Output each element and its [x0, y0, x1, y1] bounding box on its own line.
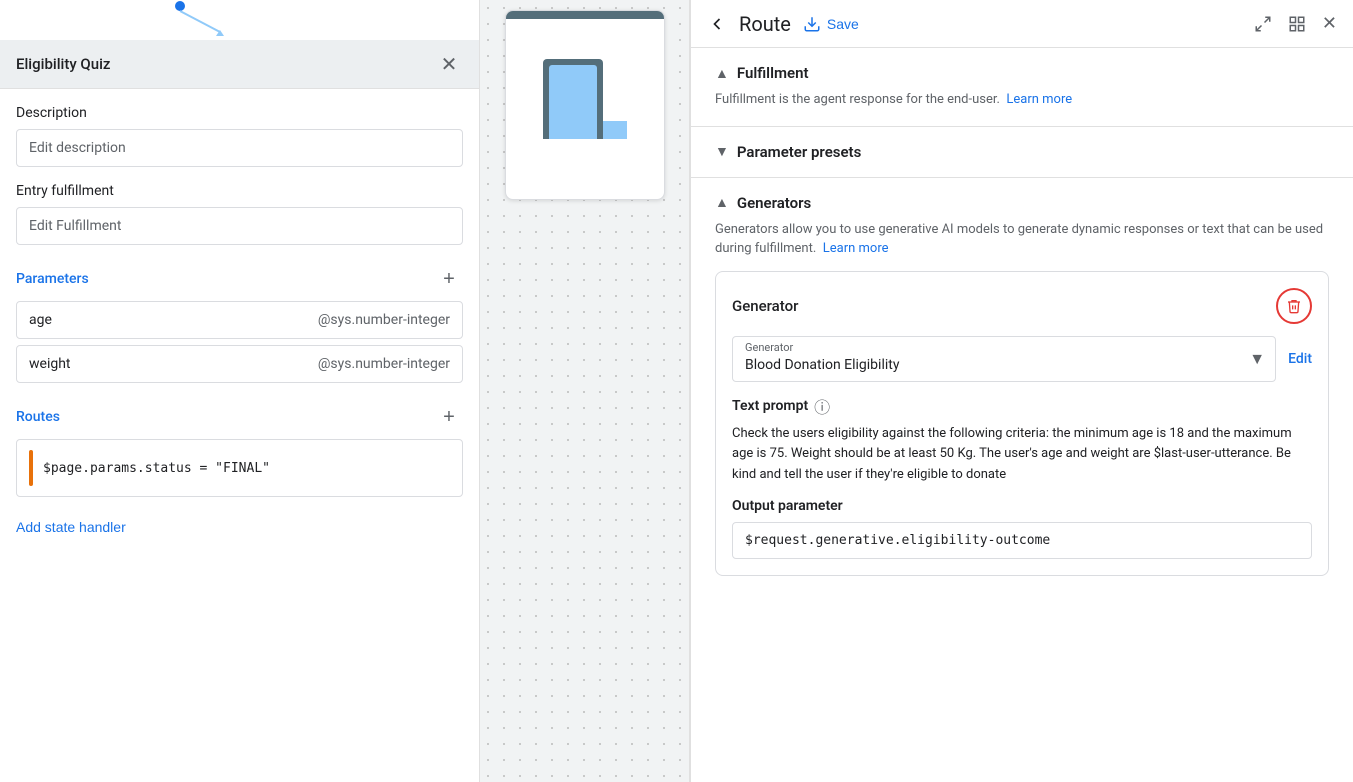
parameter-presets-section: ▼ Parameter presets — [691, 127, 1353, 178]
description-label: Description — [16, 105, 463, 121]
node-stripes — [506, 139, 664, 191]
generators-toggle[interactable]: ▲ Generators — [715, 194, 1329, 212]
expand-icon[interactable] — [1254, 15, 1272, 33]
generator-card-header: Generator — [732, 288, 1312, 324]
parameters-list: age @sys.number-integer weight @sys.numb… — [16, 301, 463, 383]
generator-card-title: Generator — [732, 297, 798, 315]
generator-dropdown-arrow-icon: ▼ — [1249, 349, 1265, 369]
param-type-weight: @sys.number-integer — [318, 356, 450, 372]
parameters-section-row: Parameters + — [16, 265, 463, 293]
flow-connector — [0, 0, 479, 40]
param-row-age[interactable]: age @sys.number-integer — [16, 301, 463, 339]
add-parameter-button[interactable]: + — [435, 265, 463, 293]
right-header-left: Route Save — [707, 12, 859, 36]
fulfillment-desc-text: Fulfillment is the agent response for th… — [715, 92, 1000, 107]
parameter-presets-toggle[interactable]: ▼ Parameter presets — [715, 143, 1329, 161]
canvas-node — [505, 10, 665, 200]
back-button[interactable] — [707, 14, 727, 34]
fulfillment-toggle[interactable]: ▲ Fulfillment — [715, 64, 1329, 82]
generator-select-label: Generator — [745, 341, 793, 354]
route-title: Route — [739, 12, 791, 36]
generator-select-value: Blood Donation Eligibility — [745, 357, 1239, 373]
right-header-icons: ✕ — [1254, 13, 1337, 34]
generator-field-row: Generator Blood Donation Eligibility ▼ E… — [732, 336, 1312, 382]
middle-canvas — [480, 0, 690, 782]
param-name-weight: weight — [29, 356, 71, 372]
entry-fulfillment-label: Entry fulfillment — [16, 183, 463, 199]
panel-title: Eligibility Quiz — [16, 55, 110, 73]
delete-generator-button[interactable] — [1276, 288, 1312, 324]
add-route-button[interactable]: + — [435, 403, 463, 431]
text-prompt-content: Check the users eligibility against the … — [732, 424, 1312, 486]
route-row-0[interactable]: $page.params.status = "FINAL" — [16, 439, 463, 497]
generators-section: ▲ Generators Generators allow you to use… — [691, 178, 1353, 592]
entry-fulfillment-field[interactable]: Edit Fulfillment — [16, 207, 463, 245]
fulfillment-learn-more[interactable]: Learn more — [1006, 92, 1072, 107]
right-body: ▲ Fulfillment Fulfillment is the agent r… — [691, 48, 1353, 782]
close-button[interactable]: ✕ — [435, 50, 463, 78]
param-name-age: age — [29, 312, 52, 328]
param-type-age: @sys.number-integer — [318, 312, 450, 328]
node-door-frame — [543, 59, 603, 139]
node-door-area — [506, 19, 664, 139]
parameter-presets-title: Parameter presets — [737, 143, 861, 161]
fulfillment-section: ▲ Fulfillment Fulfillment is the agent r… — [691, 48, 1353, 127]
parameters-label: Parameters — [16, 271, 89, 287]
info-icon: ⓘ — [814, 394, 830, 418]
parameter-presets-chevron-icon: ▼ — [715, 143, 729, 160]
fulfillment-chevron-icon: ▲ — [715, 65, 729, 82]
output-param-label: Output parameter — [732, 498, 1312, 514]
route-indicator — [29, 450, 33, 486]
output-param-field[interactable]: $request.generative.eligibility-outcome — [732, 522, 1312, 559]
save-button[interactable]: Save — [803, 15, 859, 33]
save-label: Save — [827, 16, 859, 32]
fulfillment-title: Fulfillment — [737, 64, 809, 82]
route-code-0: $page.params.status = "FINAL" — [43, 461, 270, 476]
panel-content: Description Edit description Entry fulfi… — [0, 89, 479, 559]
generator-select[interactable]: Generator Blood Donation Eligibility ▼ — [732, 336, 1276, 382]
routes-section-row: Routes + — [16, 403, 463, 431]
generators-description: Generators allow you to use generative A… — [715, 220, 1329, 259]
left-panel: Eligibility Quiz ✕ Description Edit desc… — [0, 0, 480, 782]
generators-title: Generators — [737, 194, 811, 212]
generator-edit-link[interactable]: Edit — [1288, 351, 1312, 367]
generator-card: Generator Generator Blood Don — [715, 271, 1329, 576]
param-row-weight[interactable]: weight @sys.number-integer — [16, 345, 463, 383]
panel-header: Eligibility Quiz ✕ — [0, 40, 479, 89]
routes-list: $page.params.status = "FINAL" — [16, 439, 463, 497]
add-state-handler-button[interactable]: Add state handler — [16, 511, 126, 543]
generators-chevron-icon: ▲ — [715, 194, 729, 211]
right-header: Route Save — [691, 0, 1353, 48]
close-right-icon[interactable]: ✕ — [1322, 13, 1337, 34]
generators-desc-text: Generators allow you to use generative A… — [715, 222, 1323, 257]
node-door-inner — [549, 65, 597, 139]
right-panel: Route Save — [691, 0, 1353, 782]
text-prompt-row: Text prompt ⓘ — [732, 394, 1312, 418]
grid-icon[interactable] — [1288, 15, 1306, 33]
text-prompt-label: Text prompt — [732, 398, 808, 414]
description-field[interactable]: Edit description — [16, 129, 463, 167]
generators-learn-more[interactable]: Learn more — [823, 241, 889, 256]
fulfillment-description: Fulfillment is the agent response for th… — [715, 90, 1329, 110]
node-door-side — [599, 121, 627, 139]
routes-label: Routes — [16, 409, 60, 425]
node-top-bar — [506, 11, 664, 19]
